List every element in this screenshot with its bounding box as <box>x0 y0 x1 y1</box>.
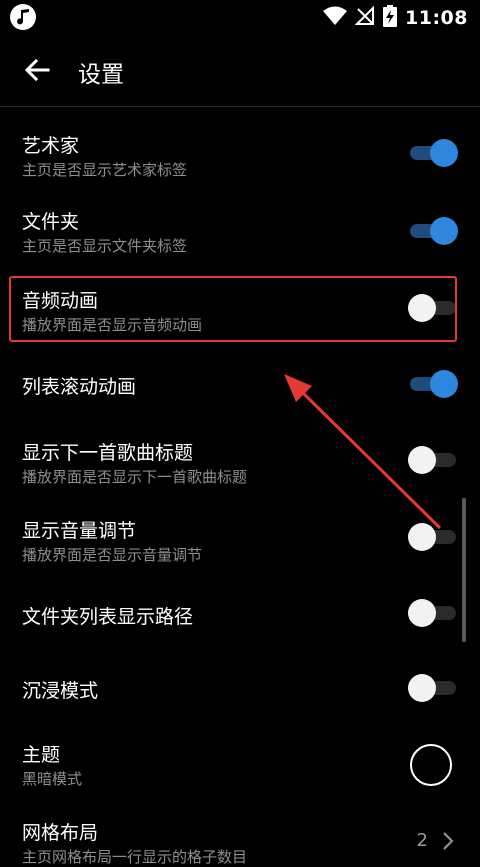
annotation-arrow <box>284 374 442 530</box>
